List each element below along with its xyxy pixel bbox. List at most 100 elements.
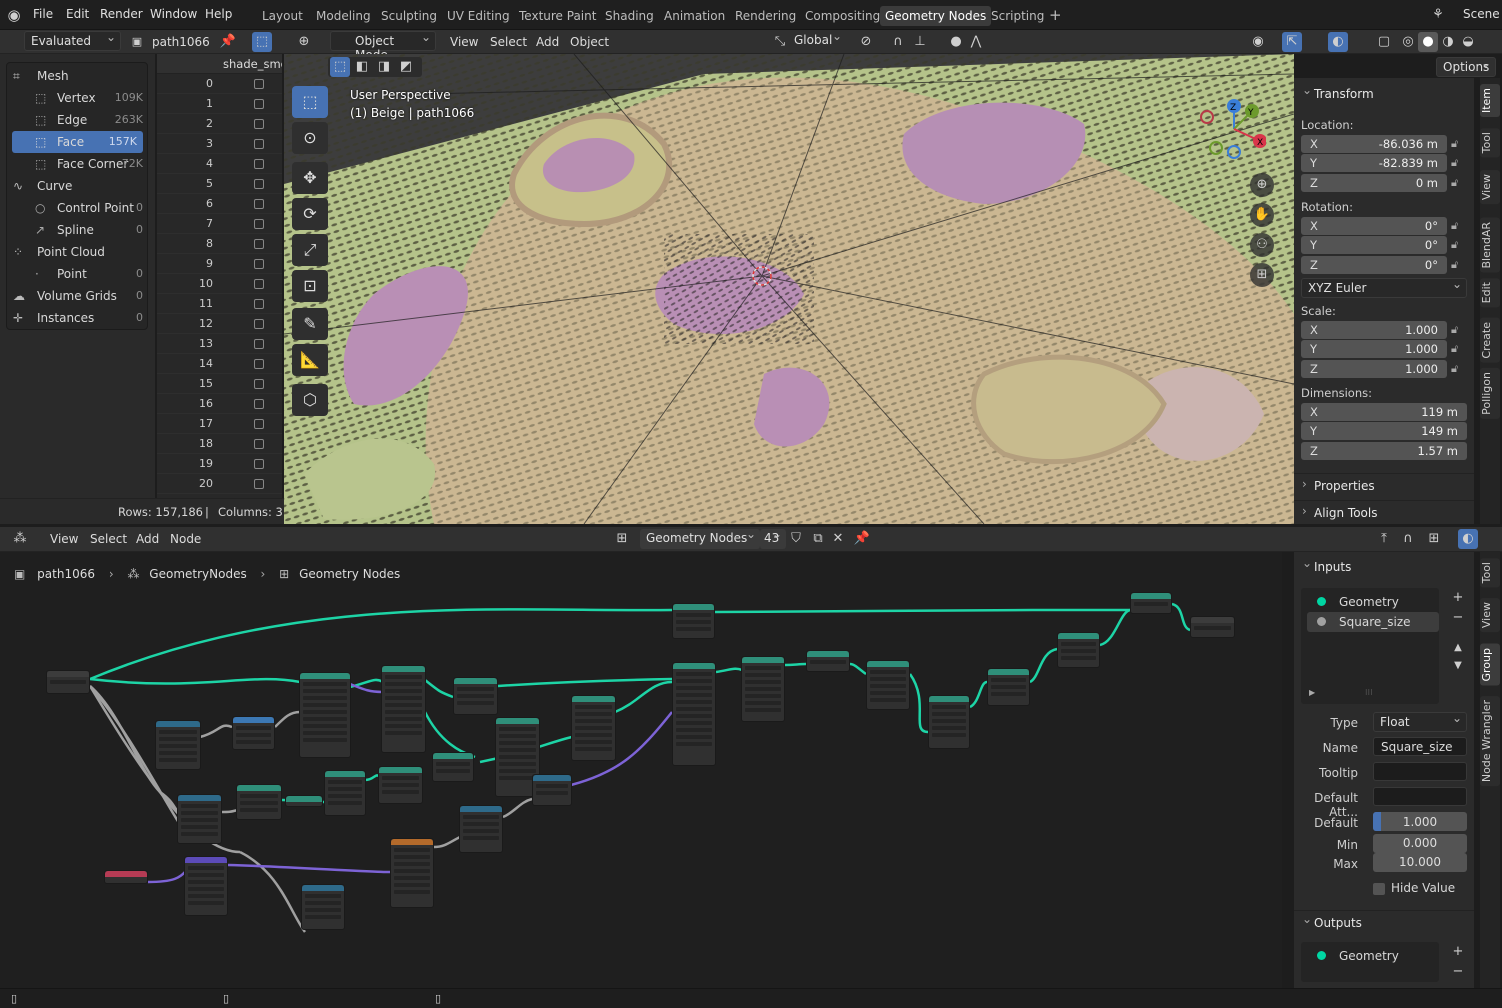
tab-edit[interactable]: Edit	[1480, 278, 1500, 308]
workspace-tab-sculpting[interactable]: Sculpting	[376, 6, 442, 26]
camera-view-icon[interactable]: ⚇	[1250, 233, 1274, 257]
pin-icon[interactable]: 📌	[218, 32, 238, 52]
input-socket-square-size[interactable]: Square_size	[1307, 612, 1439, 632]
component-curve[interactable]: ∿ Curve	[7, 175, 149, 197]
node-field[interactable]	[385, 675, 422, 679]
add-output-plus-icon[interactable]: +	[1448, 942, 1468, 962]
node-field[interactable]	[463, 829, 499, 833]
properties-panel-header[interactable]: Properties	[1294, 473, 1474, 497]
add-workspace-button[interactable]: +	[1044, 5, 1067, 25]
3d-viewport[interactable]: User Perspective (1) Beige | path1066 Z …	[284, 54, 1294, 524]
node-field[interactable]	[328, 801, 362, 805]
node-field[interactable]	[745, 680, 781, 684]
lock-icon[interactable]: 🔓︎	[1451, 238, 1465, 252]
snap-icon[interactable]: ∩	[888, 32, 908, 52]
tab-tool[interactable]: Tool	[1480, 128, 1500, 158]
node-field[interactable]	[159, 737, 197, 741]
workspace-tab-modeling[interactable]: Modeling	[311, 6, 376, 26]
rotate-tool-icon[interactable]: ⟳	[292, 198, 328, 230]
lock-icon[interactable]: 🔓︎	[1451, 176, 1465, 190]
visibility-icon[interactable]: ◉	[1248, 32, 1268, 52]
node-field[interactable]	[676, 728, 712, 732]
workspace-tab-shading[interactable]: Shading	[600, 6, 659, 26]
node-field[interactable]	[745, 687, 781, 691]
rendered-shading-icon[interactable]: ◒	[1458, 32, 1478, 52]
blender-logo-icon[interactable]: ◉	[4, 5, 24, 25]
node-box[interactable]	[390, 838, 434, 908]
scale-x-field[interactable]: X 1.000	[1301, 321, 1447, 339]
shade-smooth-checkbox[interactable]	[254, 159, 264, 169]
object-mode-dropdown[interactable]: Object Mode	[330, 30, 436, 62]
hide-value-checkbox[interactable]	[1373, 883, 1385, 895]
node-field[interactable]	[303, 703, 347, 707]
node-field[interactable]	[181, 811, 218, 815]
rotation-mode-dropdown[interactable]: XYZ Euler	[1301, 277, 1467, 298]
node-field[interactable]	[1194, 626, 1231, 630]
node-box[interactable]	[672, 603, 715, 639]
node-tree-users-count[interactable]: 43	[760, 527, 786, 549]
workspace-tab-animation[interactable]: Animation	[659, 6, 730, 26]
component-face-corner[interactable]: ⬚ Face Corner 72K	[7, 153, 149, 175]
node-field[interactable]	[1061, 642, 1096, 646]
node-field[interactable]	[991, 692, 1026, 696]
shade-smooth-checkbox[interactable]	[254, 99, 264, 109]
node-field[interactable]	[394, 848, 430, 852]
component-edge[interactable]: ⬚ Edge 263K	[7, 109, 149, 131]
dimensions-y-field[interactable]: Y 149 m	[1301, 422, 1467, 440]
node-field[interactable]	[394, 869, 430, 873]
component-control-point[interactable]: ○ Control Point 0	[7, 197, 149, 219]
node-box[interactable]	[928, 695, 970, 749]
tab-node-wrangler[interactable]: Node Wrangler	[1480, 696, 1500, 787]
node-snap-icon[interactable]: ∩	[1398, 529, 1418, 549]
node-field[interactable]	[575, 726, 612, 730]
node-box[interactable]	[324, 770, 366, 816]
node-field[interactable]	[676, 627, 711, 631]
node-field[interactable]	[328, 794, 362, 798]
node-field[interactable]	[385, 710, 422, 714]
node-box[interactable]	[571, 695, 616, 761]
tab-node-view[interactable]: View	[1480, 598, 1500, 633]
node-field[interactable]	[50, 680, 86, 684]
move-down-icon[interactable]: ▼	[1448, 656, 1468, 676]
node-tree-name-field[interactable]: Geometry Nodes	[640, 527, 760, 549]
tab-polligon[interactable]: Polligon	[1480, 368, 1500, 419]
node-field[interactable]	[181, 825, 218, 829]
node-field[interactable]	[676, 714, 712, 718]
selected-only-toggle-icon[interactable]: ⬚	[252, 32, 272, 52]
node-field[interactable]	[188, 901, 224, 905]
node-field[interactable]	[385, 682, 422, 686]
node-field[interactable]	[536, 791, 568, 795]
node-field[interactable]	[385, 731, 422, 735]
workspace-tab-uv-editing[interactable]: UV Editing	[442, 6, 515, 26]
min-value-field[interactable]: 0.000	[1373, 834, 1467, 853]
align-tools-panel-header[interactable]: Align Tools	[1294, 500, 1474, 524]
lock-icon[interactable]: 🔓︎	[1451, 362, 1465, 376]
default-value-slider[interactable]: 1.000	[1373, 812, 1467, 831]
menu-file[interactable]: File	[33, 7, 53, 21]
node-field[interactable]	[745, 694, 781, 698]
fake-user-shield-icon[interactable]: ⛉	[786, 529, 806, 549]
node-field[interactable]	[303, 682, 347, 686]
shade-smooth-checkbox[interactable]	[254, 419, 264, 429]
menu-window[interactable]: Window	[150, 7, 197, 21]
lock-icon[interactable]: 🔓︎	[1451, 342, 1465, 356]
node-field[interactable]	[676, 693, 712, 697]
node-box[interactable]	[1190, 616, 1235, 638]
node-field[interactable]	[236, 726, 271, 730]
node-overlays-icon[interactable]: ◐	[1458, 529, 1478, 549]
zoom-icon[interactable]: ⊕	[1250, 173, 1274, 197]
node-field[interactable]	[932, 733, 966, 737]
cursor-tool-icon[interactable]: ⊙	[292, 122, 328, 154]
node-field[interactable]	[188, 873, 224, 877]
node-field[interactable]	[870, 691, 906, 695]
node-field[interactable]	[676, 613, 711, 617]
unlink-close-icon[interactable]: ✕	[828, 529, 848, 549]
node-field[interactable]	[382, 776, 419, 780]
output-socket-geometry[interactable]: Geometry	[1307, 946, 1439, 966]
tab-item[interactable]: Item	[1480, 84, 1500, 118]
shade-smooth-checkbox[interactable]	[254, 139, 264, 149]
node-field[interactable]	[676, 742, 712, 746]
tab-blendar[interactable]: BlendAR	[1480, 218, 1500, 273]
node-field[interactable]	[870, 670, 906, 674]
node-field[interactable]	[303, 710, 347, 714]
